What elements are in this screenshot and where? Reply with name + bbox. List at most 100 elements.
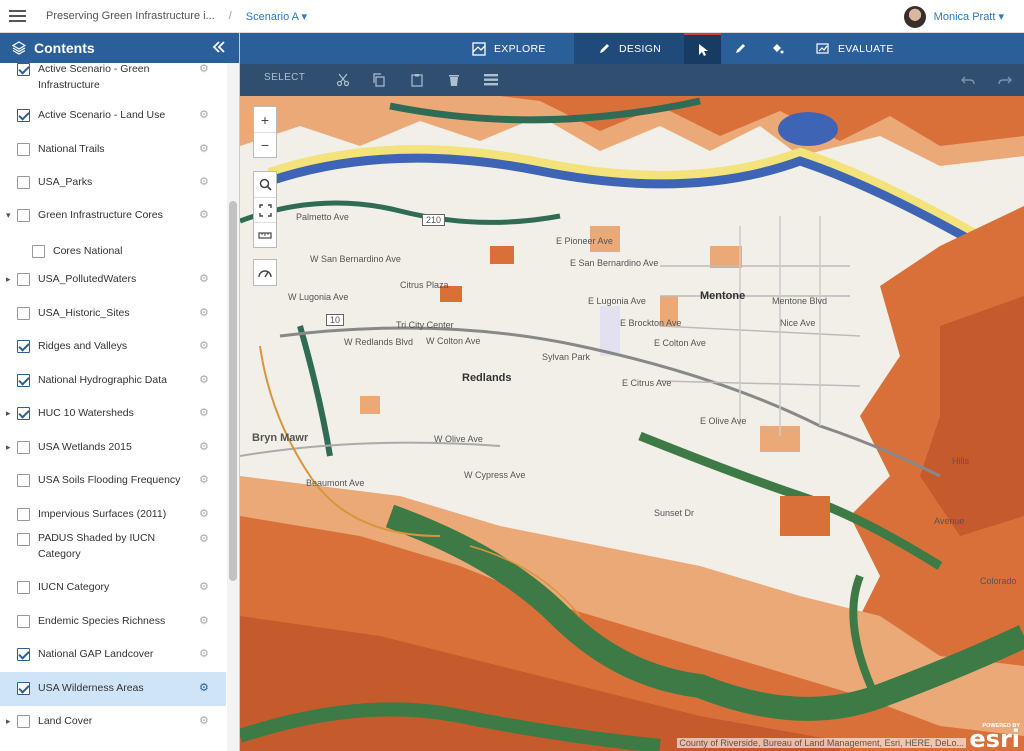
gear-icon[interactable]: ⚙ (199, 534, 209, 545)
zoom-in-button[interactable]: + (254, 107, 276, 132)
layer-item[interactable]: USA Wilderness Areas ⚙ (0, 672, 226, 706)
layer-checkbox[interactable] (17, 307, 30, 320)
layer-item[interactable]: National Trails ⚙ (0, 133, 226, 165)
gear-icon[interactable]: ⚙ (199, 616, 209, 627)
gear-icon[interactable]: ⚙ (199, 64, 209, 75)
measure-icon[interactable] (254, 222, 276, 247)
search-icon[interactable] (254, 172, 276, 197)
layer-checkbox[interactable] (17, 209, 30, 222)
app-title[interactable]: Preserving Green Infrastructure i... (46, 10, 215, 22)
user-menu[interactable]: Monica Pratt ▾ (903, 0, 1004, 33)
chevron-down-icon[interactable]: ▾ (6, 210, 14, 220)
select-button[interactable]: SELECT (264, 72, 305, 88)
gear-icon[interactable]: ⚙ (199, 177, 209, 188)
layer-item[interactable]: National GAP Landcover ⚙ (0, 638, 226, 670)
tab-design[interactable]: DESIGN (574, 33, 684, 64)
gear-icon[interactable]: ⚙ (199, 375, 209, 386)
layer-checkbox[interactable] (17, 474, 30, 487)
gauge-icon[interactable] (254, 260, 276, 285)
chevron-right-icon[interactable]: ▸ (6, 716, 14, 726)
layer-checkbox[interactable] (17, 340, 30, 353)
layer-checkbox[interactable] (17, 533, 30, 546)
layer-item[interactable]: Impervious Surfaces (2011) ⚙ (0, 498, 226, 530)
fullscreen-icon[interactable] (254, 197, 276, 222)
copy-icon[interactable] (372, 72, 386, 88)
layer-label: Cores National (53, 245, 123, 257)
layer-checkbox[interactable] (17, 615, 30, 628)
tab-explore[interactable]: EXPLORE (472, 33, 572, 64)
draw-tool-button[interactable] (724, 33, 756, 64)
gear-icon[interactable]: ⚙ (199, 649, 209, 660)
gear-icon[interactable]: ⚙ (199, 308, 209, 319)
undo-icon[interactable] (961, 73, 975, 89)
scrollbar-thumb[interactable] (229, 201, 237, 581)
layer-item[interactable]: ▸ USA_PollutedWaters ⚙ (0, 263, 226, 295)
layer-item[interactable]: National Hydrographic Data ⚙ (0, 364, 226, 396)
layer-checkbox[interactable] (17, 581, 30, 594)
map-label: E Citrus Ave (622, 378, 672, 388)
layer-checkbox[interactable] (17, 407, 30, 420)
gear-icon[interactable]: ⚙ (199, 475, 209, 486)
avatar[interactable] (903, 5, 926, 28)
layer-checkbox[interactable] (17, 63, 30, 76)
gear-icon[interactable]: ⚙ (199, 274, 209, 285)
layer-checkbox[interactable] (17, 176, 30, 189)
layer-item[interactable]: USA_Parks ⚙ (0, 166, 226, 198)
paste-icon[interactable] (410, 72, 424, 88)
layer-checkbox[interactable] (17, 374, 30, 387)
map-view[interactable]: Palmetto Ave W San Bernardino Ave W Lugo… (240, 96, 1024, 751)
layer-checkbox[interactable] (17, 109, 30, 122)
gear-icon[interactable]: ⚙ (199, 144, 209, 155)
layer-item[interactable]: Active Scenario - Land Use ⚙ (0, 99, 226, 131)
layer-item[interactable]: Ridges and Valleys ⚙ (0, 330, 226, 362)
layer-item[interactable]: Cores National (0, 235, 226, 263)
layer-checkbox[interactable] (17, 715, 30, 728)
layer-label: Land Cover (38, 715, 93, 727)
select-tool-button[interactable] (684, 33, 721, 64)
layer-item[interactable]: Active Scenario - Green Infrastructure ⚙ (0, 63, 226, 97)
tab-evaluate[interactable]: EVALUATE (816, 33, 916, 64)
gear-icon[interactable]: ⚙ (199, 716, 209, 727)
chevron-right-icon[interactable]: ▸ (6, 442, 14, 452)
redo-icon[interactable] (998, 73, 1012, 89)
gear-icon[interactable]: ⚙ (199, 442, 209, 453)
fill-tool-button[interactable] (760, 33, 794, 64)
layer-item[interactable]: IUCN Category ⚙ (0, 571, 226, 603)
gear-icon[interactable]: ⚙ (199, 509, 209, 520)
layer-checkbox[interactable] (17, 441, 30, 454)
scenario-dropdown[interactable]: Scenario A ▾ (246, 10, 307, 23)
layer-checkbox[interactable] (32, 245, 45, 258)
scissors-icon[interactable] (336, 72, 350, 88)
layer-list-scrollbar[interactable] (227, 63, 239, 751)
chevron-right-icon[interactable]: ▸ (6, 408, 14, 418)
layer-item[interactable]: Endemic Species Richness ⚙ (0, 605, 226, 637)
layer-item[interactable]: USA Soils Flooding Frequency ⚙ (0, 464, 226, 496)
layer-item[interactable]: ▸ HUC 10 Watersheds ⚙ (0, 397, 226, 429)
layer-item[interactable]: ▸ Land Cover ⚙ (0, 705, 226, 739)
layer-item[interactable]: USA_Historic_Sites ⚙ (0, 297, 226, 329)
double-chevron-left-icon[interactable] (211, 39, 227, 55)
chevron-right-icon[interactable]: ▸ (6, 274, 14, 284)
list-icon[interactable] (483, 72, 499, 88)
user-name[interactable]: Monica Pratt ▾ (934, 10, 1004, 23)
map-basemap[interactable] (240, 96, 1024, 751)
layer-checkbox[interactable] (17, 508, 30, 521)
gear-icon[interactable]: ⚙ (199, 110, 209, 121)
layer-checkbox[interactable] (17, 682, 30, 695)
layer-checkbox[interactable] (17, 143, 30, 156)
gear-icon[interactable]: ⚙ (199, 341, 209, 352)
trash-icon[interactable] (447, 72, 461, 88)
contents-title: Contents (34, 40, 95, 56)
layer-item[interactable]: PADUS Shaded by IUCN Category ⚙ (0, 527, 226, 569)
layer-item[interactable]: ▸ USA Wetlands 2015 ⚙ (0, 431, 226, 463)
layer-label: Impervious Surfaces (2011) (38, 508, 167, 520)
hamburger-menu-icon[interactable] (0, 0, 34, 33)
gear-icon[interactable]: ⚙ (199, 408, 209, 419)
layer-item[interactable]: ▾ Green Infrastructure Cores ⚙ (0, 199, 226, 233)
gear-icon[interactable]: ⚙ (199, 683, 209, 694)
layer-checkbox[interactable] (17, 273, 30, 286)
layer-checkbox[interactable] (17, 648, 30, 661)
gear-icon[interactable]: ⚙ (199, 210, 209, 221)
gear-icon[interactable]: ⚙ (199, 582, 209, 593)
zoom-out-button[interactable]: − (254, 132, 276, 157)
